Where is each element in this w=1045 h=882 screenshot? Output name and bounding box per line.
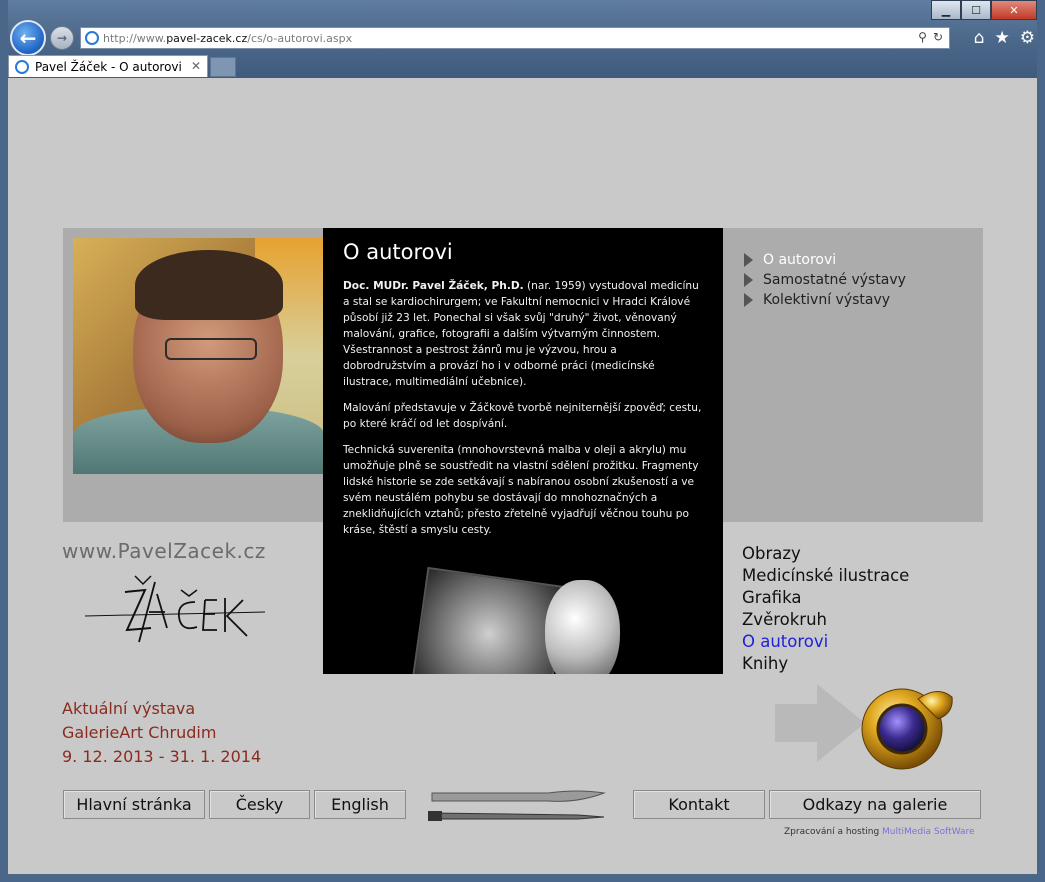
submenu-item-kolektivni-vystavy[interactable]: Kolektivní výstavy xyxy=(744,290,906,310)
gallery-links-button[interactable]: Odkazy na galerie xyxy=(769,790,981,819)
url-path: /cs/o-autorovi.aspx xyxy=(247,31,353,45)
author-portrait xyxy=(73,238,325,474)
url-prefix: http://www. xyxy=(103,31,167,45)
refresh-icon[interactable]: ↻ xyxy=(933,30,943,44)
browser-chrome: ▁ ☐ ✕ ← → http://www. pavel-zacek.cz/cs/o… xyxy=(0,0,1045,78)
submenu-item-samostatne-vystavy[interactable]: Samostatné výstavy xyxy=(744,270,906,290)
exhibition-dates: 9. 12. 2013 - 31. 1. 2014 xyxy=(62,747,262,766)
article-paragraph-3: Technická suverenita (mnohovrstevná malb… xyxy=(343,444,699,536)
exhibition-heading: Aktuální výstava xyxy=(62,699,196,718)
article-paragraph-1: Doc. MUDr. Pavel Žáček, Ph.D. (nar. 1959… xyxy=(343,278,703,390)
about-article: O autorovi Doc. MUDr. Pavel Žáček, Ph.D.… xyxy=(323,228,723,674)
heart-sculpture-image xyxy=(545,580,620,674)
current-exhibition: Aktuální výstava GalerieArt Chrudim 9. 1… xyxy=(62,697,261,769)
article-paragraph-1-text: (nar. 1959) vystudoval medicínu a stal s… xyxy=(343,280,699,388)
back-arrow-icon: ← xyxy=(19,26,37,50)
menu-item-medicinske-ilustrace[interactable]: Medicínské ilustrace xyxy=(742,565,909,587)
site-url: www.PavelZacek.cz xyxy=(62,539,266,563)
window-controls: ▁ ☐ ✕ xyxy=(931,0,1037,20)
tab-favicon-icon xyxy=(15,59,29,74)
browser-tab-active[interactable]: Pavel Žáček - O autorovi ✕ xyxy=(8,55,208,77)
close-window-button[interactable]: ✕ xyxy=(991,0,1037,20)
address-bar[interactable]: http://www. pavel-zacek.cz/cs/o-autorovi.… xyxy=(80,27,950,49)
czech-language-button[interactable]: Česky xyxy=(209,790,310,819)
credit-text: Zpracování a hosting xyxy=(784,827,883,837)
window-frame-right xyxy=(1037,0,1045,882)
submenu-item-label: Samostatné výstavy xyxy=(763,272,906,288)
minimize-button[interactable]: ▁ xyxy=(931,0,961,20)
home-icon[interactable]: ⌂ xyxy=(974,28,985,48)
emblem-logo-icon[interactable] xyxy=(858,679,954,771)
exhibition-venue[interactable]: GalerieArt Chrudim xyxy=(62,721,261,745)
footer-credit: Zpracování a hosting MultiMedia SoftWare xyxy=(784,827,975,837)
tab-title: Pavel Žáček - O autorovi xyxy=(35,59,182,74)
menu-item-obrazy[interactable]: Obrazy xyxy=(742,543,909,565)
favorites-star-icon[interactable]: ★ xyxy=(995,28,1010,48)
submenu-item-label: O autorovi xyxy=(763,252,837,268)
browser-toolbar: ⌂ ★ ⚙ xyxy=(974,28,1035,48)
tab-close-icon[interactable]: ✕ xyxy=(191,59,201,73)
address-tools: ⚲ ↻ xyxy=(918,30,943,44)
submenu: O autorovi Samostatné výstavy Kolektivní… xyxy=(744,250,906,310)
triangle-bullet-icon xyxy=(744,273,753,287)
menu-item-o-autorovi[interactable]: O autorovi xyxy=(742,631,909,653)
arrow-decoration-icon xyxy=(775,684,865,762)
home-page-button[interactable]: Hlavní stránka xyxy=(63,790,205,819)
menu-item-zverokruh[interactable]: Zvěrokruh xyxy=(742,609,909,631)
maximize-button[interactable]: ☐ xyxy=(961,0,991,20)
signature-logo xyxy=(85,575,265,643)
search-icon[interactable]: ⚲ xyxy=(918,30,927,44)
settings-gear-icon[interactable]: ⚙ xyxy=(1020,28,1035,48)
triangle-bullet-icon xyxy=(744,293,753,307)
article-paragraph-2: Malování představuje v Žáčkově tvorbě ne… xyxy=(343,402,702,430)
credit-link[interactable]: MultiMedia SoftWare xyxy=(882,827,975,837)
submenu-item-label: Kolektivní výstavy xyxy=(763,292,891,308)
new-tab-button[interactable] xyxy=(210,57,236,77)
triangle-bullet-icon xyxy=(744,253,753,267)
ie-icon xyxy=(85,31,99,45)
page-title: O autorovi xyxy=(343,240,453,264)
forward-arrow-icon: → xyxy=(56,31,68,45)
main-menu: Obrazy Medicínské ilustrace Grafika Zvěr… xyxy=(742,543,909,675)
contact-button[interactable]: Kontakt xyxy=(633,790,765,819)
menu-item-grafika[interactable]: Grafika xyxy=(742,587,909,609)
url-domain: pavel-zacek.cz xyxy=(166,31,248,45)
painting-image xyxy=(409,566,567,674)
scalpel-brush-icon xyxy=(428,790,606,821)
forward-button[interactable]: → xyxy=(50,26,74,50)
submenu-item-o-autorovi[interactable]: O autorovi xyxy=(744,250,906,270)
author-name: Doc. MUDr. Pavel Žáček, Ph.D. xyxy=(343,280,524,292)
window-frame-left xyxy=(0,0,8,882)
menu-item-knihy[interactable]: Knihy xyxy=(742,653,909,675)
window-frame-bottom xyxy=(0,874,1045,882)
back-button[interactable]: ← xyxy=(10,20,46,56)
english-language-button[interactable]: English xyxy=(314,790,406,819)
